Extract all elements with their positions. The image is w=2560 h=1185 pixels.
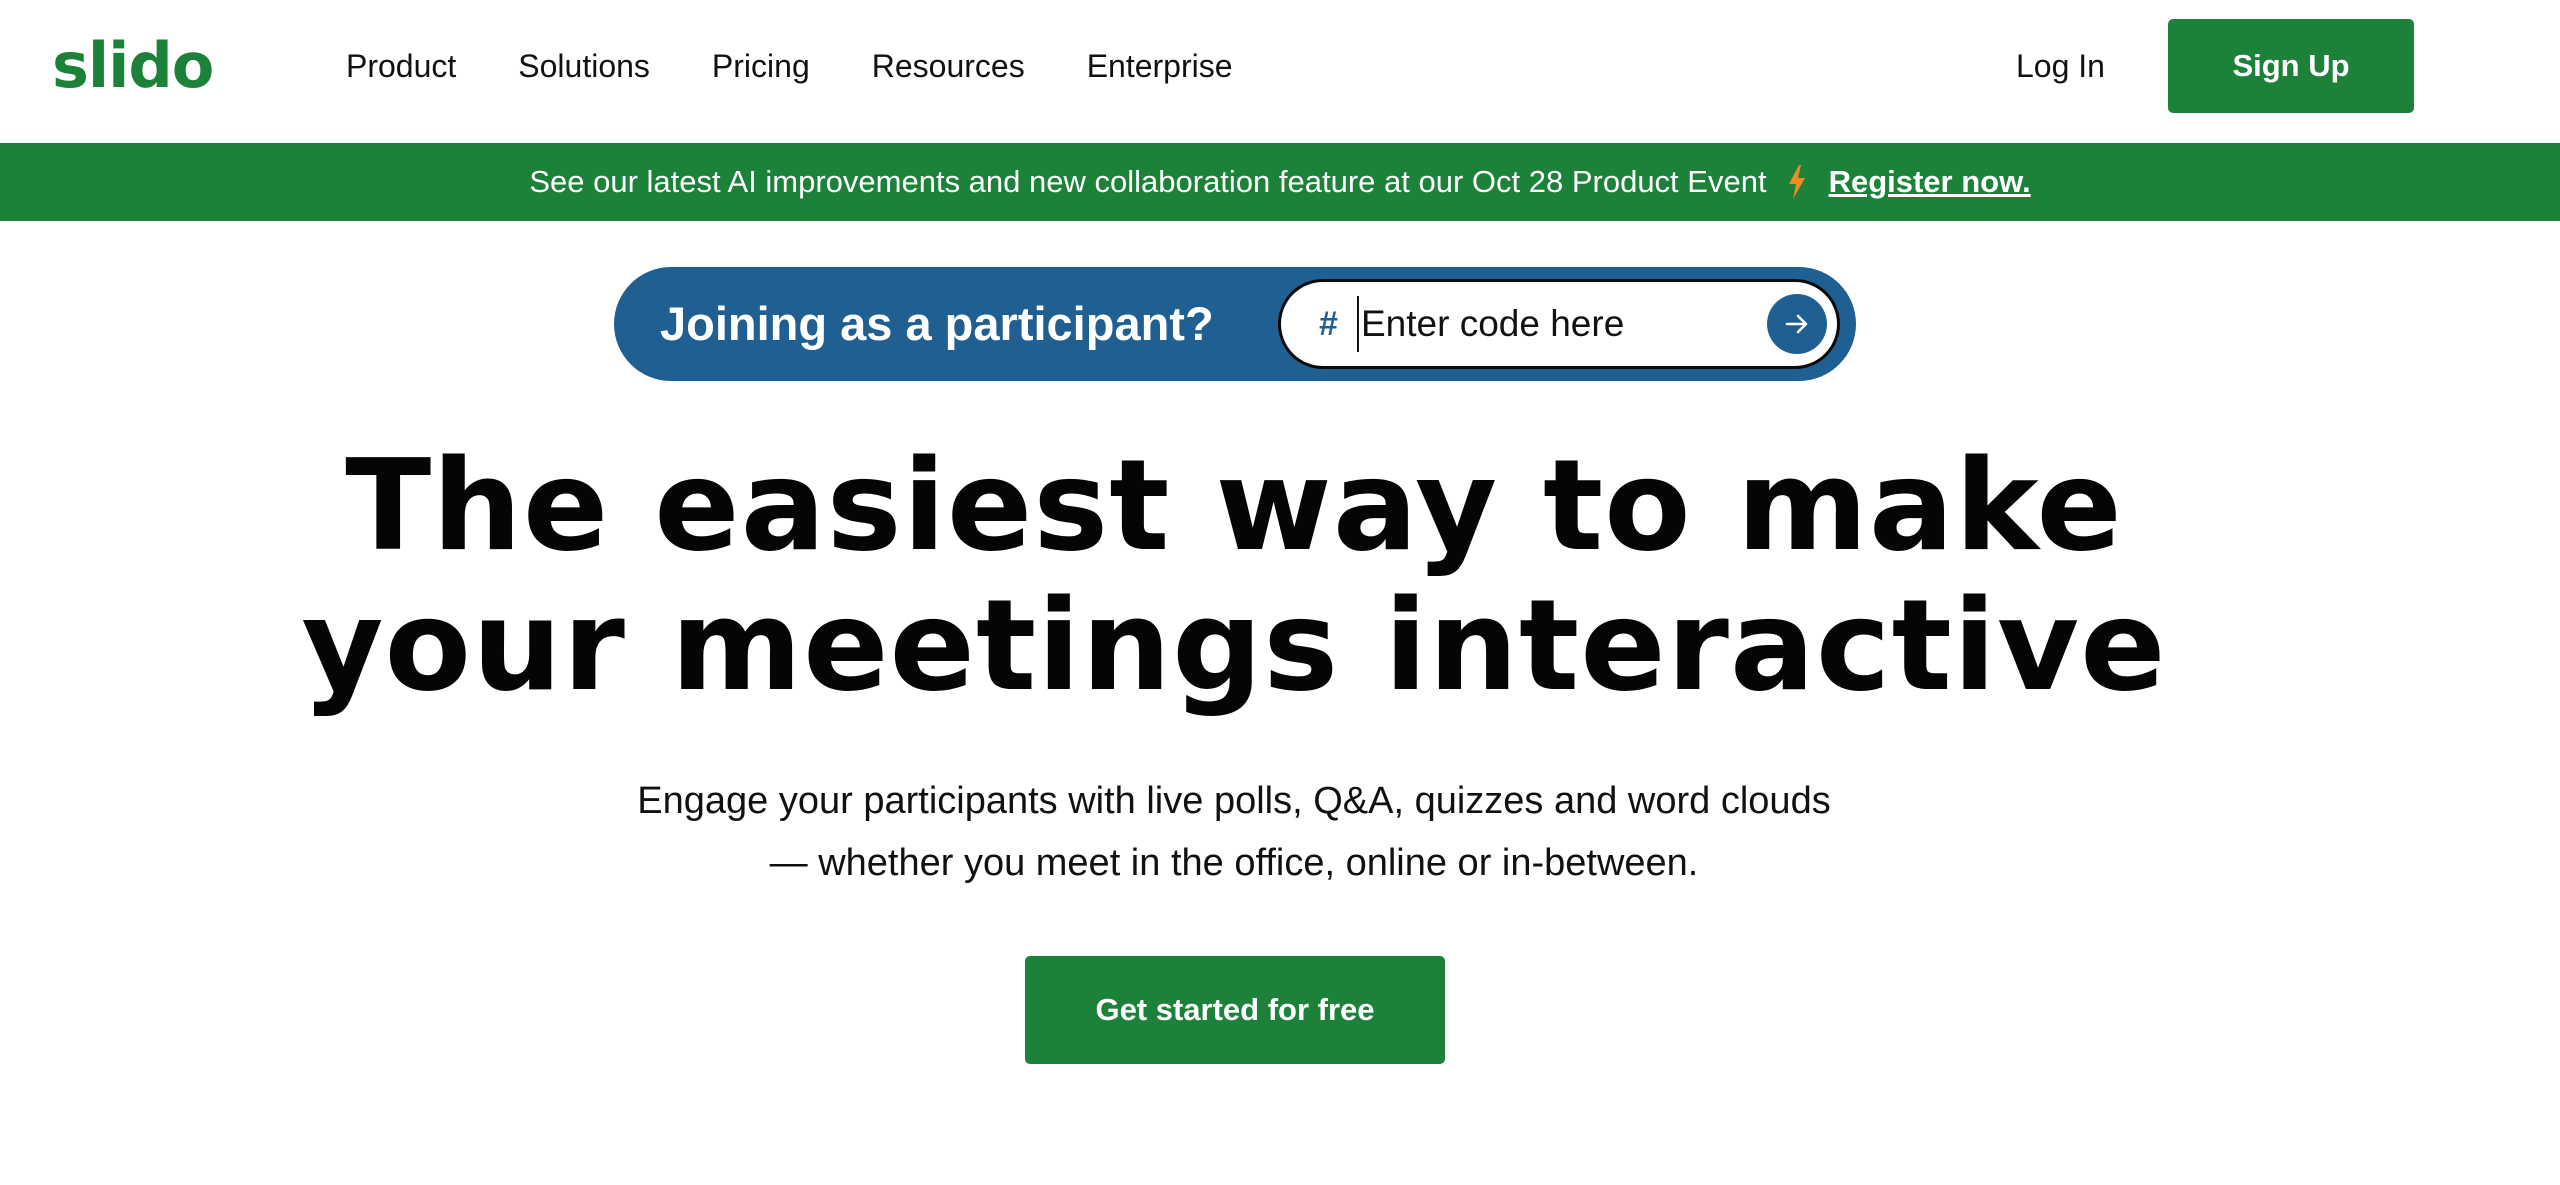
nav-resources[interactable]: Resources	[872, 42, 1025, 90]
signup-button[interactable]: Sign Up	[2168, 19, 2414, 113]
hero-title-line-1: The easiest way to make	[345, 432, 2123, 579]
join-label: Joining as a participant?	[660, 297, 1214, 350]
nav-solutions[interactable]: Solutions	[518, 42, 650, 90]
hero-title: The easiest way to make your meetings in…	[0, 436, 2468, 716]
banner-text: See our latest AI improvements and new c…	[529, 164, 1767, 199]
site-header: slido Product Solutions Pricing Resource…	[0, 0, 2560, 143]
nav-product[interactable]: Product	[346, 42, 456, 90]
arrow-right-icon	[1785, 314, 1808, 334]
join-event-bar: Joining as a participant? #	[614, 267, 1856, 381]
login-link[interactable]: Log In	[2016, 42, 2105, 90]
join-submit-button[interactable]	[1767, 294, 1827, 354]
hero-subtitle-line-1: Engage your participants with live polls…	[637, 780, 1831, 822]
get-started-button[interactable]: Get started for free	[1025, 956, 1445, 1064]
hash-icon: #	[1319, 305, 1338, 343]
lightning-icon	[1787, 165, 1807, 199]
announcement-banner: See our latest AI improvements and new c…	[0, 143, 2560, 221]
hero-subtitle: Engage your participants with live polls…	[0, 770, 2468, 894]
event-code-field: #	[1278, 279, 1840, 369]
register-now-link[interactable]: Register now.	[1829, 164, 2031, 200]
event-code-input[interactable]	[1357, 296, 1737, 352]
main-nav: Product Solutions Pricing Resources Ente…	[346, 42, 1295, 90]
nav-enterprise[interactable]: Enterprise	[1087, 42, 1233, 90]
slido-logo[interactable]: slido	[52, 28, 214, 104]
nav-pricing[interactable]: Pricing	[712, 42, 810, 90]
hero-title-line-2: your meetings interactive	[301, 572, 2167, 719]
hero-subtitle-line-2: — whether you meet in the office, online…	[769, 842, 1699, 884]
